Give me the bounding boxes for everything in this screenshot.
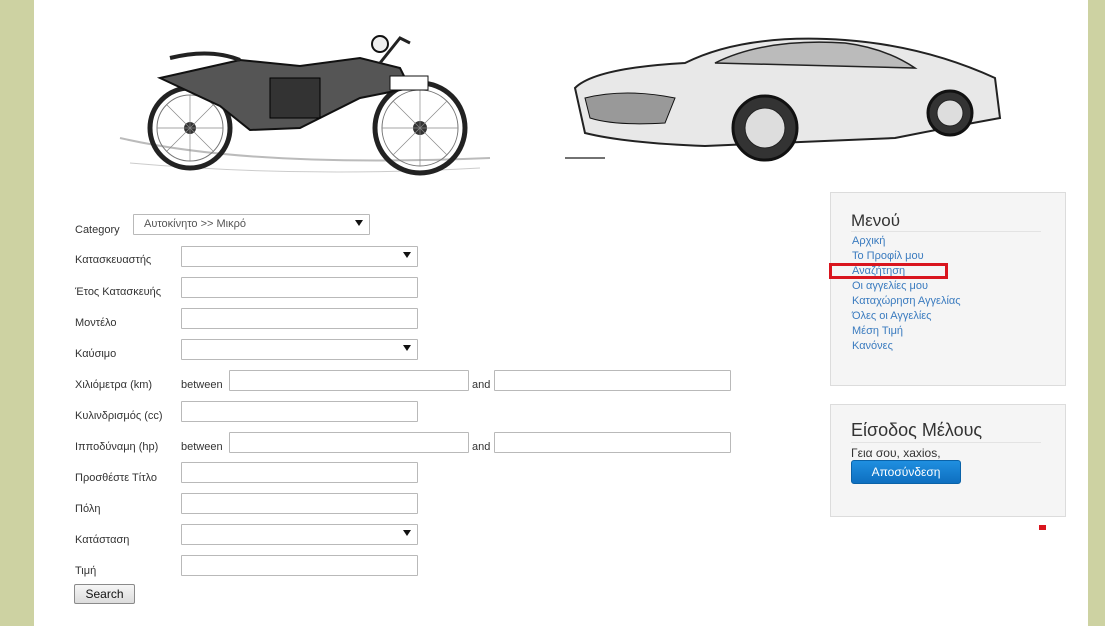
manufacturer-label: Κατασκευαστής (75, 254, 152, 266)
mileage-to-input[interactable] (494, 370, 731, 391)
price-input[interactable] (181, 555, 418, 576)
title-label: Προσθέστε Τίτλο (75, 472, 157, 484)
horsepower-from-input[interactable] (229, 432, 469, 453)
login-box: Είσοδος Μέλους Γεια σου, xaxios, Αποσύνδ… (830, 404, 1066, 517)
city-label: Πόλη (75, 503, 101, 515)
condition-select[interactable] (181, 524, 418, 545)
login-title: Είσοδος Μέλους (851, 420, 983, 440)
chevron-down-icon (355, 220, 363, 226)
category-select-value: Αυτοκίνητο >> Μικρό (144, 218, 246, 230)
search-button[interactable]: Search (74, 584, 135, 604)
category-select[interactable]: Αυτοκίνητο >> Μικρό (133, 214, 370, 235)
category-label: Category (75, 224, 120, 236)
city-input[interactable] (181, 493, 418, 514)
year-input[interactable] (181, 277, 418, 298)
left-border (0, 0, 34, 626)
displacement-input[interactable] (181, 401, 418, 422)
displacement-label: Κυλινδρισμός (cc) (75, 410, 163, 422)
menu-divider (851, 231, 1041, 232)
greeting-text: Γεια σου, xaxios, (851, 446, 941, 460)
horsepower-between-label: between (181, 441, 223, 453)
menu-item-rules[interactable]: Κανόνες (852, 340, 893, 353)
menu-item-profile[interactable]: Το Προφίλ μου (852, 250, 924, 263)
mileage-from-input[interactable] (229, 370, 469, 391)
chevron-down-icon (403, 530, 411, 536)
model-label: Μοντέλο (75, 317, 117, 329)
condition-label: Κατάσταση (75, 534, 130, 546)
search-highlight-annotation (829, 263, 948, 279)
horsepower-to-input[interactable] (494, 432, 731, 453)
year-label: Έτος Κατασκευής (75, 286, 162, 298)
menu-item-average-price[interactable]: Μέση Τιμή (852, 325, 903, 338)
chevron-down-icon (403, 345, 411, 351)
mileage-and-label: and (472, 379, 491, 391)
red-marker (1039, 525, 1046, 530)
car-sketch-icon (565, 37, 1002, 162)
logout-button[interactable]: Αποσύνδεση (851, 460, 961, 484)
fuel-select[interactable] (181, 339, 418, 360)
horsepower-label: Ιπποδύναμη (hp) (75, 441, 159, 453)
menu-title: Μενού (851, 211, 900, 230)
mileage-between-label: between (181, 379, 223, 391)
menu-item-post-ad[interactable]: Καταχώρηση Αγγελίας (852, 295, 961, 308)
menu-item-home[interactable]: Αρχική (852, 235, 885, 248)
title-input[interactable] (181, 462, 418, 483)
fuel-label: Καύσιμο (75, 348, 117, 360)
menu-item-my-ads[interactable]: Οι αγγελίες μου (852, 280, 928, 293)
login-divider (851, 442, 1041, 443)
menu-item-all-ads[interactable]: Όλες οι Αγγελίες (852, 310, 931, 323)
model-input[interactable] (181, 308, 418, 329)
horsepower-and-label: and (472, 441, 491, 453)
price-label: Τιμή (75, 565, 97, 577)
chevron-down-icon (403, 252, 411, 258)
manufacturer-select[interactable] (181, 246, 418, 267)
menu-box: Μενού Αρχική Το Προφίλ μου Αναζήτηση Οι … (830, 192, 1066, 386)
mileage-label: Χιλιόμετρα (km) (75, 379, 153, 391)
right-border (1088, 0, 1105, 626)
motorcycle-sketch-icon (119, 35, 491, 176)
